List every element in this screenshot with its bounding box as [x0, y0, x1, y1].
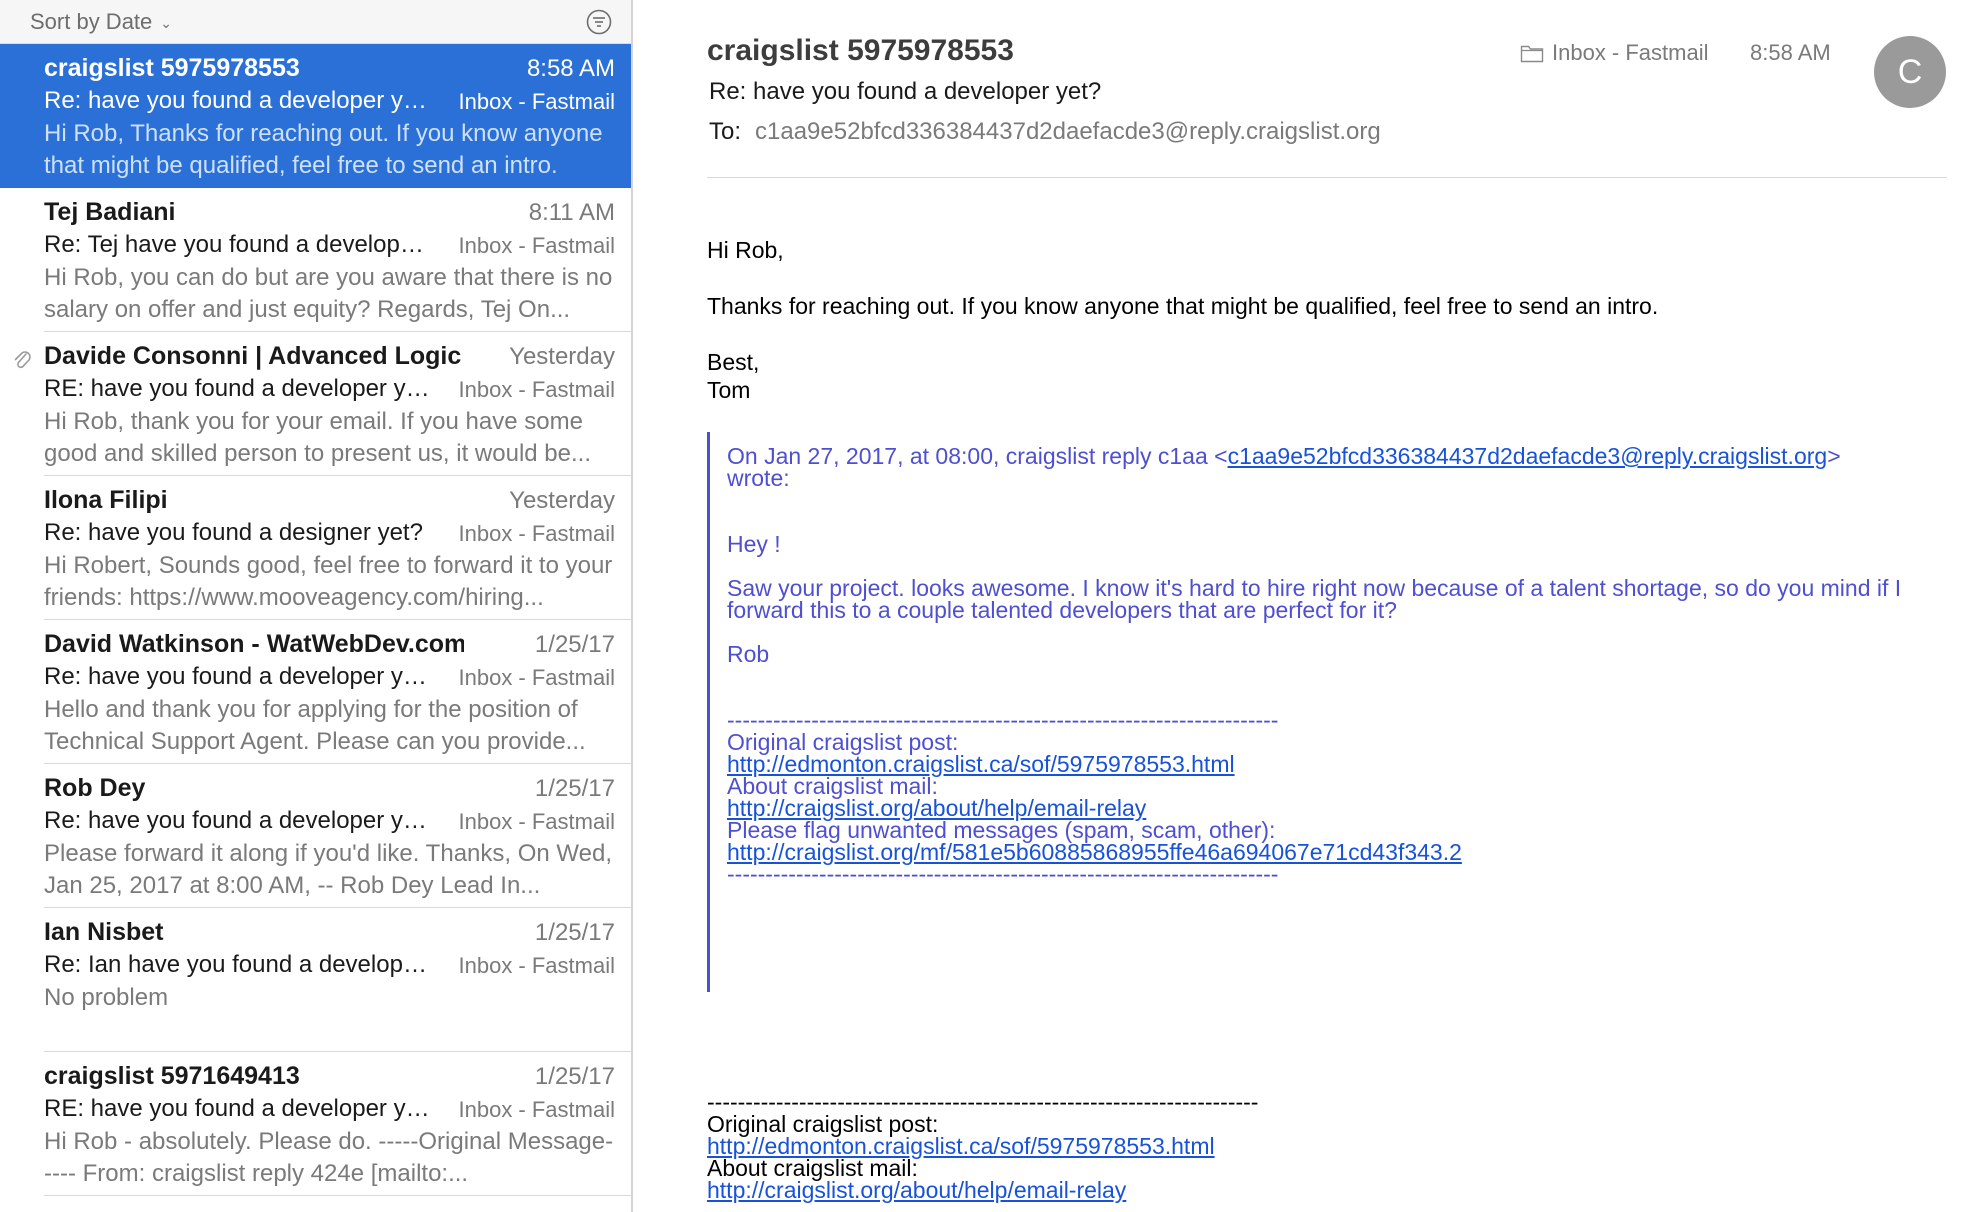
message-preview: Hi Rob - absolutely. Please do. -----Ori… [44, 1128, 614, 1187]
message-subject: Re: Tej have you found a developer yet? [44, 231, 434, 258]
message-list-header: Sort by Date ⌄ [0, 0, 631, 44]
message-preview: No problem [44, 984, 169, 1011]
message-mailbox: Inbox - Fastmail [458, 953, 616, 978]
message-subject: RE: have you found a developer yet? [44, 375, 434, 402]
message-list-item[interactable]: Davide Consonni | Advanced Logic Yesterd… [0, 332, 631, 476]
body-signoff: Best, [707, 349, 760, 375]
sort-label: Sort by Date [30, 9, 153, 34]
message-subject: Re: have you found a designer yet? [44, 519, 423, 546]
filter-icon[interactable] [586, 9, 612, 35]
body-signature: Tom [707, 377, 751, 403]
message-mailbox: Inbox - Fastmail [458, 809, 616, 834]
message-mailbox: Inbox - Fastmail [458, 233, 616, 258]
message-sender: Tej Badiani [44, 198, 176, 226]
message-from: craigslist 5975978553 [707, 34, 1014, 67]
mailbox-name: Inbox - Fastmail [1552, 40, 1709, 65]
message-list-item[interactable]: craigslist 5975978553 8:58 AM Re: have y… [0, 44, 631, 188]
chevron-down-icon: ⌄ [160, 14, 173, 31]
message-time: 8:11 AM [528, 199, 615, 226]
message-mailbox: Inbox - Fastmail [458, 1097, 616, 1122]
message-sender: Ilona Filipi [44, 486, 168, 514]
footer-about-link[interactable]: http://craigslist.org/about/help/email-r… [707, 1177, 1126, 1203]
to-address[interactable]: c1aa9e52bfcd336384437d2daefacde3@reply.c… [755, 118, 1381, 146]
paperclip-icon [14, 351, 31, 369]
quote-dashes-bottom: ----------------------------------------… [727, 861, 1279, 887]
divider [44, 1195, 631, 1196]
message-subject: Re: have you found a developer yet? [44, 87, 434, 114]
message-list-pane: Sort by Date ⌄ craigslist 5975978553 8:5… [0, 0, 633, 1212]
message-mailbox: Inbox - Fastmail [458, 521, 616, 546]
message-sender: David Watkinson - WatWebDev.com [44, 630, 464, 658]
message-time: 1/25/17 [534, 631, 615, 658]
sort-by-date-button[interactable]: Sort by Date ⌄ [30, 9, 172, 35]
message-time-header: 8:58 AM [1750, 40, 1831, 65]
message-list-item[interactable]: Ilona Filipi Yesterday Re: have you foun… [0, 476, 631, 620]
message-sender: Rob Dey [44, 774, 146, 802]
message-sender: craigslist 5971649413 [44, 1062, 300, 1090]
message-sender: Ian Nisbet [44, 918, 164, 946]
quote-attribution-email-link[interactable]: c1aa9e52bfcd336384437d2daefacde3@reply.c… [1228, 443, 1828, 469]
message-subject: RE: have you found a developer yet? [44, 1095, 434, 1122]
message-subject: Re: have you found a developer yet? [44, 663, 434, 690]
message-time: Yesterday [509, 343, 615, 370]
avatar[interactable]: C [1874, 36, 1946, 108]
message-time: 1/25/17 [534, 919, 615, 946]
quote-attribution: On Jan 27, 2017, at 08:00, craigslist re… [727, 442, 1841, 470]
quoted-message: On Jan 27, 2017, at 08:00, craigslist re… [707, 432, 1988, 992]
message-preview: Please forward it along if you'd like. T… [44, 840, 612, 899]
message-mailbox: Inbox - Fastmail [458, 377, 616, 402]
message-list-item[interactable]: Tej Badiani 8:11 AM Re: Tej have you fou… [0, 188, 631, 332]
message-preview: Hi Rob, you can do but are you aware tha… [44, 264, 613, 323]
to-label: To: [709, 118, 742, 145]
quote-signature: Rob [727, 641, 770, 667]
message-subject-header: Re: have you found a developer yet? [709, 78, 1102, 105]
message-sender: craigslist 5975978553 [44, 54, 300, 82]
quote-paragraph-line-2: forward this to a couple talented develo… [727, 597, 1397, 623]
message-time: 8:58 AM [526, 55, 615, 82]
message-list-item[interactable]: Rob Dey 1/25/17 Re: have you found a dev… [0, 764, 631, 908]
message-subject: Re: have you found a developer yet? [44, 807, 434, 834]
quote-attribution-suffix: > [1827, 443, 1841, 469]
quote-greeting: Hey ! [727, 531, 781, 557]
message-preview: Hi Robert, Sounds good, feel free to for… [44, 552, 613, 611]
quote-wrote: wrote: [727, 465, 790, 491]
message-subject: Re: Ian have you found a developer yet? [44, 951, 434, 978]
message-mailbox: Inbox - Fastmail [458, 665, 616, 690]
message-time: 1/25/17 [534, 1063, 615, 1090]
folder-icon [1520, 45, 1544, 63]
message-list-item[interactable]: David Watkinson - WatWebDev.com 1/25/17 … [0, 620, 631, 764]
quote-attribution-prefix: On Jan 27, 2017, at 08:00, craigslist re… [727, 443, 1228, 469]
message-list-item[interactable]: craigslist 5971649413 1/25/17 RE: have y… [0, 1052, 631, 1196]
reading-pane: craigslist 5975978553 Inbox - Fastmail 8… [635, 0, 1988, 1212]
body-text: Thanks for reaching out. If you know any… [707, 293, 1659, 319]
message-preview: Hello and thank you for applying for the… [44, 696, 586, 755]
message-sender: Davide Consonni | Advanced Logic [44, 342, 462, 370]
message-preview: Hi Rob, Thanks for reaching out. If you … [44, 120, 603, 179]
message-to-row: To: c1aa9e52bfcd336384437d2daefacde3@rep… [709, 118, 1381, 146]
message-time: 1/25/17 [534, 775, 615, 802]
body-greeting: Hi Rob, [707, 237, 784, 263]
message-list-item[interactable]: Ian Nisbet 1/25/17 Re: Ian have you foun… [0, 908, 631, 1052]
message-mailbox: Inbox - Fastmail [458, 89, 616, 114]
message-preview: Hi Rob, thank you for your email. If you… [44, 408, 592, 467]
header-divider [707, 177, 1947, 178]
message-time: Yesterday [509, 487, 615, 514]
message-mailbox-label[interactable]: Inbox - Fastmail [1520, 40, 1709, 66]
